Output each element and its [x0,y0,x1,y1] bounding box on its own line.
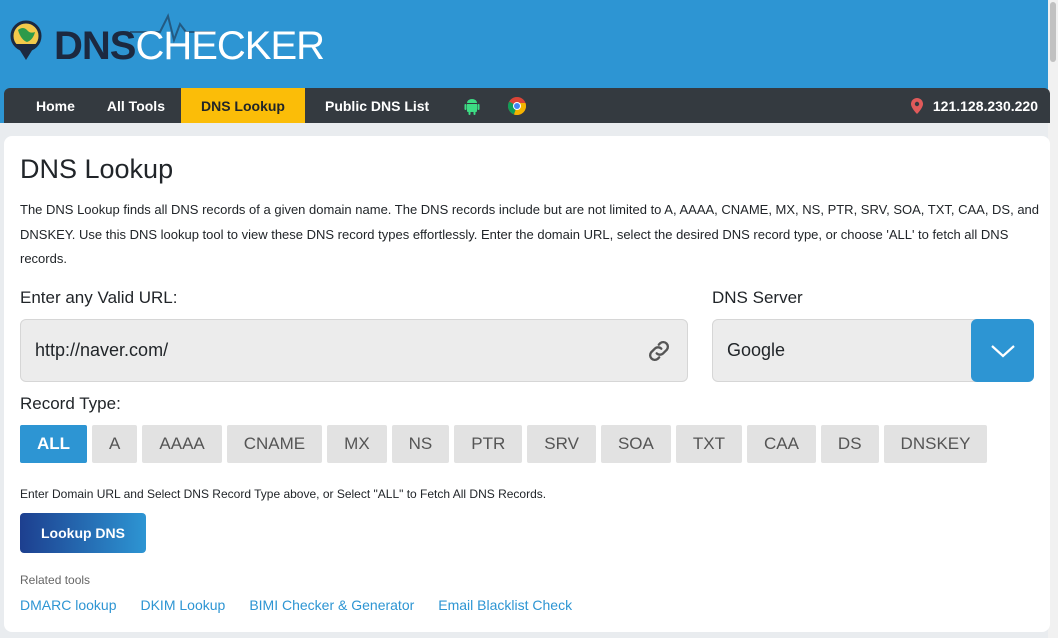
record-type-aaaa[interactable]: AAAA [142,425,221,463]
record-type-label: Record Type: [20,394,121,414]
location-pin-icon [911,98,923,114]
dns-server-select[interactable]: Google [712,319,1034,382]
ip-address-display: 121.128.230.220 [911,88,1038,123]
record-type-ds[interactable]: DS [821,425,879,463]
related-link-bimi[interactable]: BIMI Checker & Generator [249,597,414,613]
page-title: DNS Lookup [20,154,173,185]
chrome-icon[interactable] [494,88,540,123]
link-icon[interactable] [645,337,673,365]
record-type-ns[interactable]: NS [392,425,450,463]
chevron-down-icon [990,343,1016,359]
page-description: The DNS Lookup finds all DNS records of … [20,198,1040,272]
record-type-all[interactable]: ALL [20,425,87,463]
related-link-dmarc[interactable]: DMARC lookup [20,597,116,613]
site-logo[interactable]: DNSCHECKER [10,10,235,70]
dns-server-value: Google [727,340,785,361]
nav-home[interactable]: Home [4,88,91,123]
dns-lookup-card: DNS Lookup The DNS Lookup finds all DNS … [4,136,1050,632]
related-tools-list: DMARC lookup DKIM Lookup BIMI Checker & … [20,597,572,613]
record-type-txt[interactable]: TXT [676,425,742,463]
related-link-blacklist[interactable]: Email Blacklist Check [438,597,572,613]
android-icon[interactable] [449,88,494,123]
nav-public-dns-list[interactable]: Public DNS List [305,88,449,123]
record-type-group: ALL A AAAA CNAME MX NS PTR SRV SOA TXT C… [20,425,987,463]
url-input[interactable] [21,340,621,361]
logo-checker-text: CHECKER [135,24,324,68]
scrollbar-thumb[interactable] [1050,2,1056,62]
dns-server-label: DNS Server [712,288,803,308]
record-type-cname[interactable]: CNAME [227,425,322,463]
lookup-dns-button[interactable]: Lookup DNS [20,513,146,553]
logo-dns-text: DNS [54,24,135,68]
record-type-a[interactable]: A [92,425,137,463]
related-link-dkim[interactable]: DKIM Lookup [140,597,225,613]
dns-server-dropdown-button[interactable] [971,319,1034,382]
record-type-hint: Enter Domain URL and Select DNS Record T… [20,487,546,501]
logo-wordmark: DNSCHECKER [54,26,324,66]
record-type-caa[interactable]: CAA [747,425,816,463]
related-tools-label: Related tools [20,573,90,587]
ip-address-text: 121.128.230.220 [933,98,1038,114]
record-type-ptr[interactable]: PTR [454,425,522,463]
record-type-soa[interactable]: SOA [601,425,671,463]
main-nav: Home All Tools DNS Lookup Public DNS Lis… [4,88,1050,123]
nav-all-tools[interactable]: All Tools [91,88,181,123]
record-type-dnskey[interactable]: DNSKEY [884,425,988,463]
nav-dns-lookup[interactable]: DNS Lookup [181,88,305,123]
url-input-box[interactable] [20,319,688,382]
url-label: Enter any Valid URL: [20,288,177,308]
record-type-mx[interactable]: MX [327,425,387,463]
record-type-srv[interactable]: SRV [527,425,596,463]
